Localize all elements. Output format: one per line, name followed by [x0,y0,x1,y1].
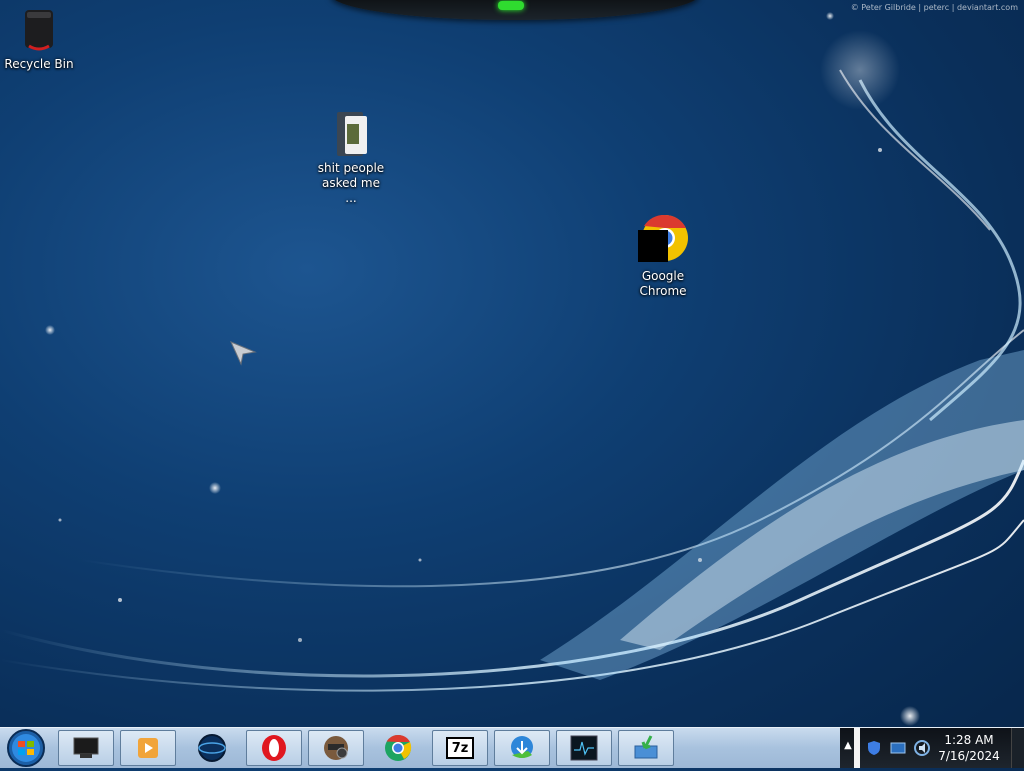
oscilloscope-icon [570,735,598,761]
7zip-icon: 7z [446,737,474,759]
taskbar: 7z ▲ 1:28 AM 7/16/2024 [0,727,1024,768]
gadget-led [498,1,524,10]
taskbar-opera-button[interactable] [246,730,302,766]
download-manager-icon [511,736,533,758]
webcam-app-icon [324,736,348,760]
chrome-label: Google Chrome [639,269,687,298]
clock-time: 1:28 AM [944,733,994,747]
taskbar-7zip-button[interactable]: 7z [432,730,488,766]
taskbar-globe-button[interactable] [184,730,240,766]
chrome-icon [638,214,688,266]
chevron-up-icon[interactable]: ▲ [842,740,854,756]
taskbar-oscilloscope-button[interactable] [556,730,612,766]
shield-icon[interactable] [866,740,882,756]
desktop[interactable]: © Peter Gilbride | peterc | deviantart.c… [0,0,1024,728]
taskbar-computer-button[interactable] [58,730,114,766]
show-desktop-button[interactable] [1011,728,1024,768]
wallpaper-swirl [0,12,1024,726]
recycle-bin-desktop-icon[interactable]: Recycle Bin [0,6,84,72]
taskbar-media-player-button[interactable] [120,730,176,766]
recycle-bin-icon [19,6,59,54]
mouse-cursor-icon [230,341,257,366]
taskbar-install-button[interactable] [618,730,674,766]
taskbar-chrome-button[interactable] [370,730,426,766]
planet-globe-icon [198,734,226,762]
taskbar-download-manager-button[interactable] [494,730,550,766]
start-orb-icon [7,729,45,767]
clock[interactable]: 1:28 AM 7/16/2024 [934,732,1004,764]
recycle-bin-label: Recycle Bin [4,57,74,71]
computer-monitor-icon [73,737,99,758]
folder-desktop-icon[interactable]: shit people asked me ... [306,110,396,206]
install-arrow-icon [634,735,658,759]
taskbar-webcam-button[interactable] [308,730,364,766]
opera-icon [262,735,286,761]
system-tray: ▲ 1:28 AM 7/16/2024 [840,728,1024,768]
tray-divider [854,728,860,768]
volume-icon[interactable] [914,740,930,756]
start-button[interactable] [4,729,50,767]
network-icon[interactable] [890,740,906,756]
clock-date: 7/16/2024 [938,749,1000,763]
folder-label: shit people asked me ... [317,161,385,205]
chrome-icon [385,734,412,761]
chrome-desktop-icon[interactable]: Google Chrome [618,214,708,299]
media-player-icon [138,738,158,758]
wallpaper-credit: © Peter Gilbride | peterc | deviantart.c… [850,3,1018,12]
folder-icon [331,110,371,158]
